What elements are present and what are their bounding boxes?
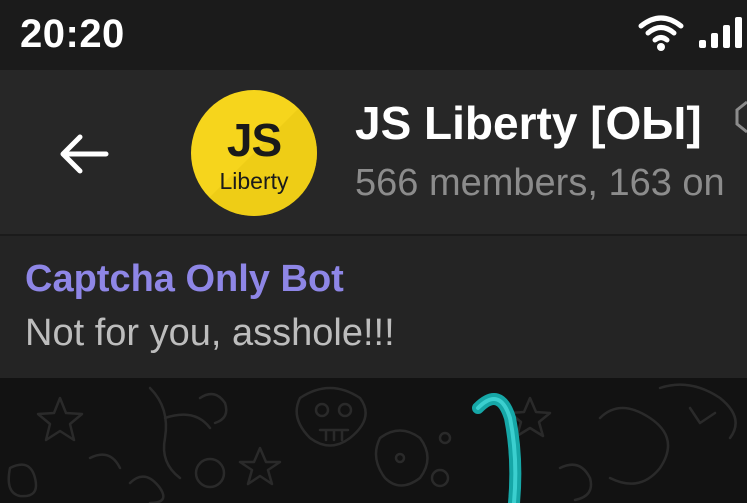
avatar-subtitle: Liberty — [219, 168, 289, 194]
arrow-left-icon — [60, 134, 109, 174]
avatar-initials: JS — [226, 114, 282, 166]
pinned-sender: Captcha Only Bot — [25, 258, 344, 300]
avatar[interactable]: JS Liberty — [191, 90, 317, 216]
wifi-icon — [638, 15, 684, 51]
chat-header: JS Liberty JS Liberty [ОЫ] 566 members, … — [0, 70, 747, 234]
status-bar: 20:20 — [0, 0, 747, 70]
back-button[interactable] — [40, 110, 128, 198]
chat-area[interactable] — [0, 378, 747, 503]
chat-title[interactable]: JS Liberty [ОЫ] — [355, 96, 702, 150]
pinned-message[interactable]: Captcha Only Bot Not for you, asshole!!! — [0, 236, 747, 378]
mute-icon — [735, 100, 747, 134]
chat-subtitle: 566 members, 163 on — [355, 162, 725, 204]
signal-icon — [699, 17, 742, 48]
status-time: 20:20 — [20, 12, 125, 56]
doodle-pattern — [7, 383, 737, 503]
status-icons — [627, 14, 747, 54]
pinned-text: Not for you, asshole!!! — [25, 312, 395, 354]
